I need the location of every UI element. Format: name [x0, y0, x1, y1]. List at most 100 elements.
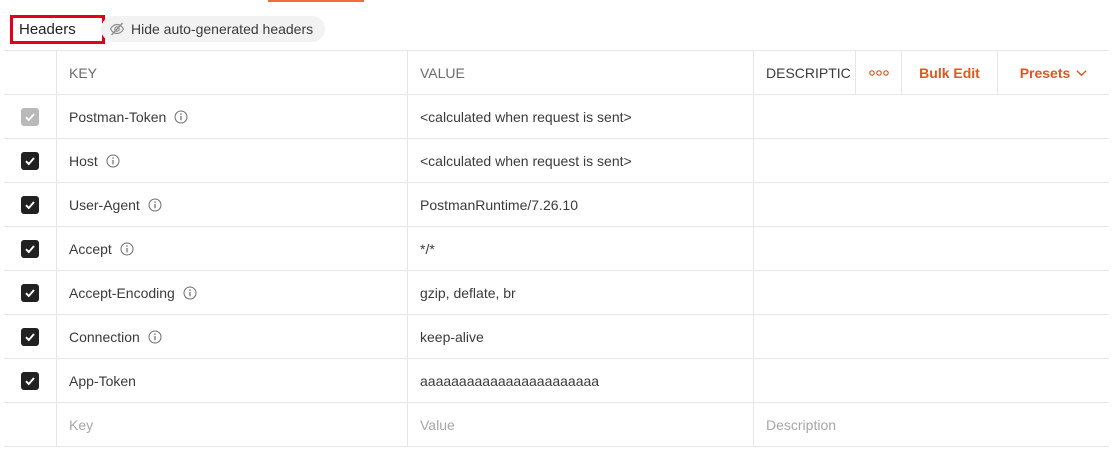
new-description-placeholder: Description [766, 416, 837, 433]
table-row: Host <calculated when request is sent> [4, 139, 1109, 183]
bulk-edit-label: Bulk Edit [919, 64, 980, 81]
column-header-description: DESCRIPTIC Bulk Edit Presets [754, 51, 1109, 94]
column-header-key: KEY [57, 51, 408, 94]
header-check-cell [4, 51, 57, 94]
info-icon[interactable] [148, 330, 162, 344]
row-check-cell [4, 227, 57, 270]
presets-dropdown[interactable]: Presets [997, 51, 1109, 94]
row-description-cell[interactable] [754, 315, 1109, 358]
new-description-input[interactable]: Description [754, 403, 1109, 446]
row-description-cell[interactable] [754, 359, 1109, 402]
row-description-cell[interactable] [754, 227, 1109, 270]
headers-table: KEY VALUE DESCRIPTIC Bulk Edit Presets P… [4, 50, 1109, 447]
new-row-check-cell [4, 403, 57, 446]
headers-title: Headers [10, 15, 105, 44]
row-enabled-checkbox[interactable] [21, 283, 39, 302]
row-key-cell[interactable]: Accept [57, 227, 408, 270]
checkmark-icon [25, 244, 35, 253]
row-description-cell[interactable] [754, 271, 1109, 314]
row-key-text: App-Token [69, 372, 136, 389]
table-row: Connection keep-alive [4, 315, 1109, 359]
info-icon[interactable] [120, 242, 134, 256]
row-key-text: Host [69, 152, 98, 169]
headers-title-text: Headers [19, 21, 76, 38]
more-options-button[interactable] [855, 51, 901, 94]
table-header-row: KEY VALUE DESCRIPTIC Bulk Edit Presets [4, 51, 1109, 95]
row-value-text: keep-alive [420, 328, 484, 345]
row-key-cell[interactable]: App-Token [57, 359, 408, 402]
checkmark-icon [25, 332, 35, 341]
row-check-cell [4, 359, 57, 402]
new-header-row: Key Value Description [4, 403, 1109, 447]
row-description-cell[interactable] [754, 95, 1109, 138]
row-key-cell[interactable]: Accept-Encoding [57, 271, 408, 314]
table-body: Postman-Token <calculated when request is… [4, 95, 1109, 403]
info-icon[interactable] [183, 286, 197, 300]
row-check-cell [4, 183, 57, 226]
checkmark-icon [25, 288, 35, 297]
row-value-text: aaaaaaaaaaaaaaaaaaaaaaa [420, 372, 600, 389]
row-value-text: <calculated when request is sent> [420, 152, 632, 169]
new-value-input[interactable]: Value [408, 403, 754, 446]
row-key-text: Accept [69, 240, 112, 257]
table-row: Accept */* [4, 227, 1109, 271]
table-row: Accept-Encoding gzip, deflate, br [4, 271, 1109, 315]
row-key-text: Connection [69, 328, 140, 345]
info-icon[interactable] [174, 110, 188, 124]
row-enabled-checkbox[interactable] [21, 327, 39, 346]
headers-toolbar: Headers Hide auto-generated headers [0, 0, 1113, 50]
bulk-edit-button[interactable]: Bulk Edit [901, 51, 997, 94]
eye-slash-icon [109, 21, 125, 37]
info-icon[interactable] [148, 198, 162, 212]
row-check-cell [4, 271, 57, 314]
row-key-text: Accept-Encoding [69, 284, 175, 301]
row-check-cell [4, 139, 57, 182]
row-value-cell[interactable]: gzip, deflate, br [408, 271, 754, 314]
row-value-text: PostmanRuntime/7.26.10 [420, 196, 578, 213]
row-check-cell [4, 95, 57, 138]
info-icon[interactable] [106, 154, 120, 168]
new-key-input[interactable]: Key [57, 403, 408, 446]
row-key-cell[interactable]: Postman-Token [57, 95, 408, 138]
hide-auto-generated-headers-label: Hide auto-generated headers [131, 21, 314, 37]
row-key-cell[interactable]: User-Agent [57, 183, 408, 226]
chevron-down-icon [1076, 69, 1087, 76]
row-value-text: gzip, deflate, br [420, 284, 516, 301]
row-description-cell[interactable] [754, 183, 1109, 226]
row-value-cell[interactable]: */* [408, 227, 754, 270]
column-header-description-label: DESCRIPTIC [766, 64, 851, 81]
row-value-cell[interactable]: aaaaaaaaaaaaaaaaaaaaaaa [408, 359, 754, 402]
row-check-cell [4, 315, 57, 358]
row-value-cell[interactable]: <calculated when request is sent> [408, 95, 754, 138]
row-enabled-checkbox [21, 107, 39, 126]
column-header-key-label: KEY [69, 64, 98, 81]
row-value-cell[interactable]: <calculated when request is sent> [408, 139, 754, 182]
row-key-cell[interactable]: Host [57, 139, 408, 182]
new-value-placeholder: Value [420, 416, 455, 433]
more-dots-icon [868, 69, 889, 76]
row-value-cell[interactable]: keep-alive [408, 315, 754, 358]
table-row: App-Token aaaaaaaaaaaaaaaaaaaaaaa [4, 359, 1109, 403]
presets-label: Presets [1019, 64, 1071, 81]
column-header-value-label: VALUE [420, 64, 465, 81]
table-row: User-Agent PostmanRuntime/7.26.10 [4, 183, 1109, 227]
row-value-text: */* [420, 240, 435, 257]
checkmark-icon [25, 200, 35, 209]
row-value-cell[interactable]: PostmanRuntime/7.26.10 [408, 183, 754, 226]
column-header-value: VALUE [408, 51, 754, 94]
table-row: Postman-Token <calculated when request is… [4, 95, 1109, 139]
checkmark-icon [25, 376, 35, 385]
checkmark-icon [25, 112, 35, 121]
row-enabled-checkbox[interactable] [21, 151, 39, 170]
checkmark-icon [25, 156, 35, 165]
row-key-text: Postman-Token [69, 108, 167, 125]
row-description-cell[interactable] [754, 139, 1109, 182]
row-value-text: <calculated when request is sent> [420, 108, 632, 125]
row-enabled-checkbox[interactable] [21, 239, 39, 258]
row-key-text: User-Agent [69, 196, 140, 213]
row-key-cell[interactable]: Connection [57, 315, 408, 358]
row-enabled-checkbox[interactable] [21, 371, 39, 390]
headers-panel: Headers Hide auto-generated headers KEY … [0, 0, 1113, 453]
row-enabled-checkbox[interactable] [21, 195, 39, 214]
hide-auto-generated-headers-button[interactable]: Hide auto-generated headers [101, 16, 326, 42]
